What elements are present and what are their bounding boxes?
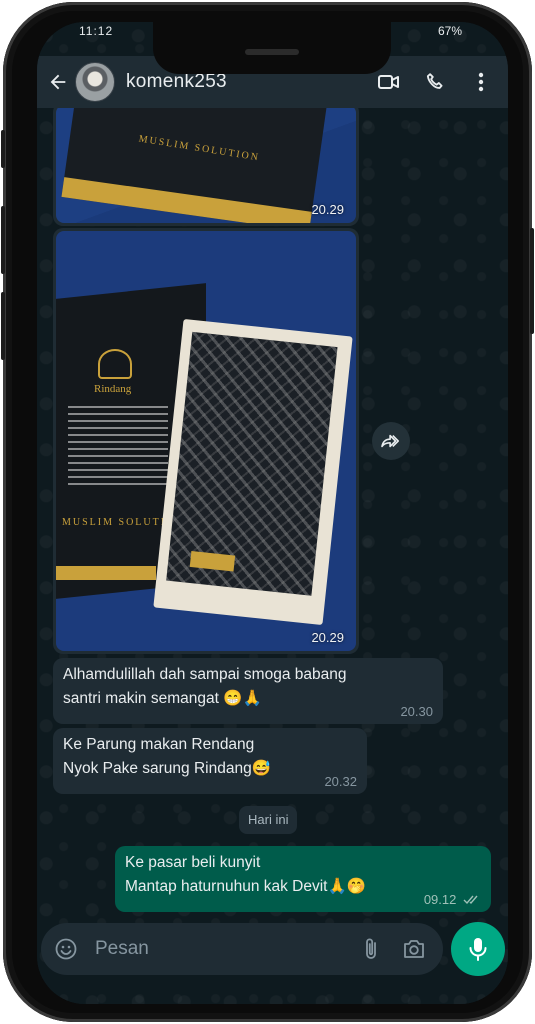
phone-notch	[153, 22, 391, 74]
incoming-message[interactable]: Ke Parung makan Rendang Nyok Pake sarung…	[53, 728, 367, 794]
message-photo[interactable]: MUSLIM SOLUTION 20.29	[56, 105, 356, 223]
back-arrow-icon[interactable]	[45, 69, 71, 95]
forward-button[interactable]	[372, 422, 410, 460]
message-status: 09.12	[424, 893, 481, 907]
side-button-silent	[1, 130, 5, 168]
message-time: 09.12	[423, 892, 457, 907]
photo-box-lid	[61, 105, 329, 223]
brand-logo	[98, 349, 132, 379]
side-button-volume-up	[1, 206, 5, 274]
message-time: 20.29	[311, 202, 344, 217]
video-call-icon[interactable]	[376, 69, 402, 95]
phone-icon[interactable]	[422, 69, 448, 95]
mic-icon	[469, 938, 487, 961]
message-line: santri makin semangat 😁🙏	[63, 690, 262, 707]
contact-name[interactable]: komenk253	[126, 71, 376, 93]
phone-frame: 11:12 67% komenk253 MUSLIM SOLUTION 20.2…	[1, 2, 534, 1022]
camera-icon[interactable]	[401, 936, 427, 962]
incoming-message[interactable]: Alhamdulillah dah sampai smoga babang sa…	[53, 658, 443, 724]
chat-screen: 11:12 67% komenk253 MUSLIM SOLUTION 20.2…	[37, 22, 508, 1004]
double-check-icon	[463, 895, 478, 905]
status-battery: 67%	[437, 24, 462, 38]
status-time: 11:12	[79, 24, 114, 38]
message-line: Alhamdulillah dah sampai smoga babang	[63, 666, 347, 683]
message-input[interactable]: Pesan	[95, 938, 359, 960]
message-time: 20.32	[324, 774, 357, 789]
attach-icon[interactable]	[359, 936, 385, 962]
message-line: Nyok Pake sarung Rindang😅	[63, 760, 271, 777]
more-vertical-icon[interactable]	[468, 69, 494, 95]
photo-text-block	[68, 406, 168, 486]
side-button-volume-down	[1, 292, 5, 360]
outgoing-message[interactable]: Ke pasar beli kunyit Mantap haturnuhun k…	[115, 846, 491, 912]
message-line: Ke Parung makan Rendang	[63, 736, 255, 753]
photo-sarung	[153, 318, 353, 626]
image-message[interactable]: MUSLIM SOLUTION 20.29	[53, 102, 359, 226]
message-composer[interactable]: Pesan	[41, 923, 443, 975]
message-photo[interactable]: Rindang MUSLIM SOLUTION 20.29	[56, 231, 356, 651]
mic-button[interactable]	[451, 922, 505, 976]
forward-icon	[381, 434, 400, 448]
message-line: Ke pasar beli kunyit	[125, 854, 261, 871]
contact-avatar[interactable]	[75, 62, 115, 102]
image-message[interactable]: Rindang MUSLIM SOLUTION 20.29	[53, 228, 359, 654]
side-button-power	[530, 228, 534, 334]
emoji-icon[interactable]	[53, 936, 79, 962]
message-time: 20.30	[400, 704, 433, 719]
date-separator: Hari ini	[239, 806, 298, 834]
photo-brand: Rindang	[94, 383, 132, 395]
message-time: 20.29	[311, 630, 344, 645]
photo-gold-band	[56, 566, 156, 580]
speaker-grille	[245, 49, 299, 55]
